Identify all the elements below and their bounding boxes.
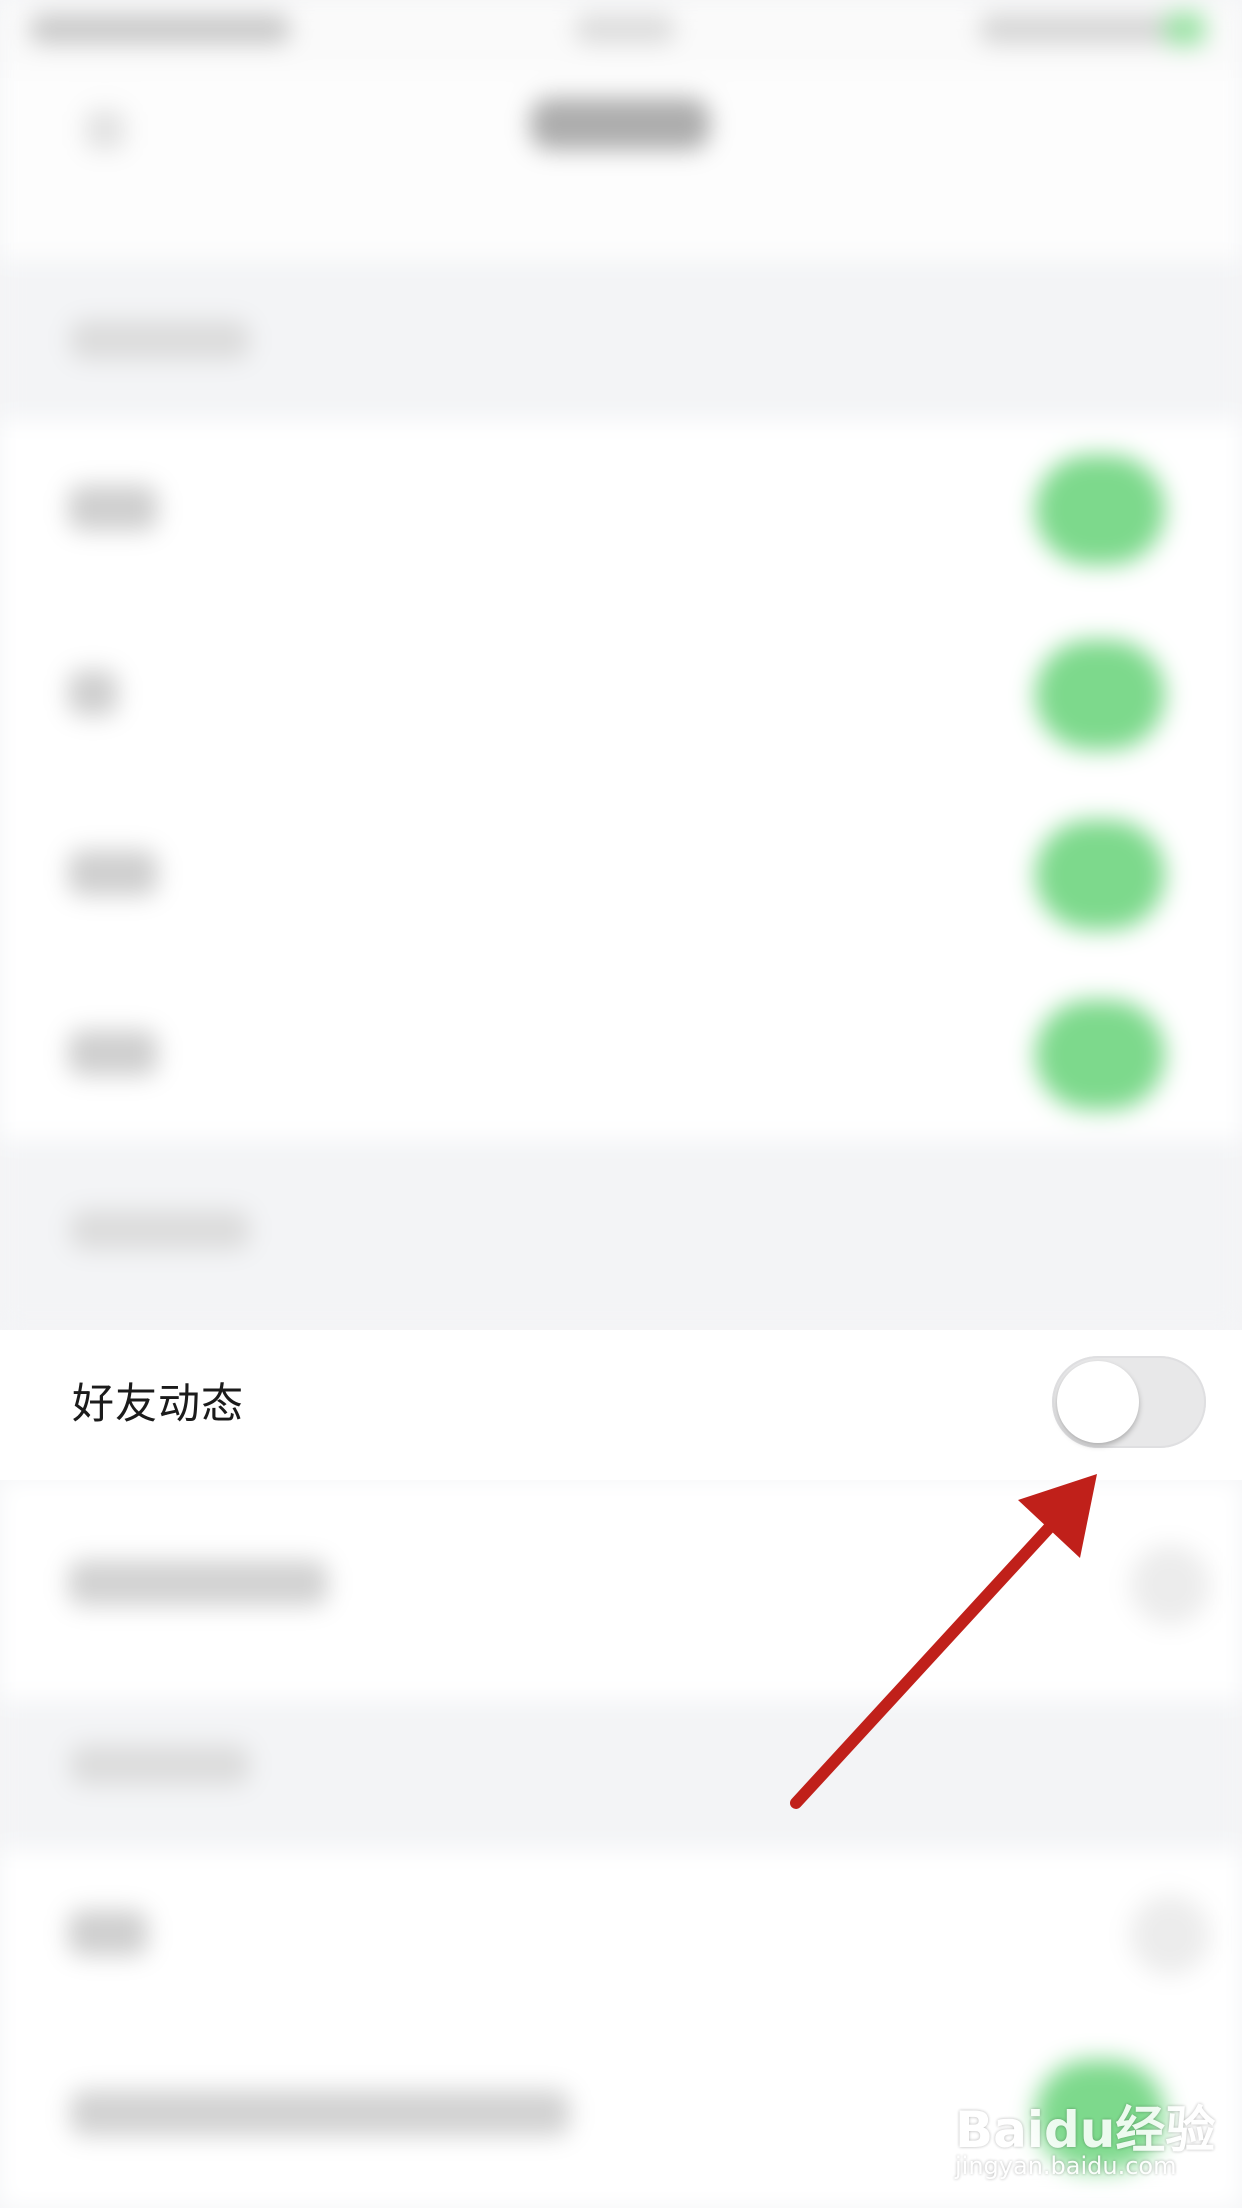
status-bar-left <box>30 14 290 44</box>
setting-row-label <box>68 485 158 531</box>
content-area <box>330 560 870 1000</box>
section-header-label <box>70 1745 250 1785</box>
battery-icon <box>1165 12 1205 46</box>
friend-moments-toggle[interactable] <box>1052 1356 1206 1448</box>
toggle-switch[interactable] <box>1035 455 1165 565</box>
toggle-switch[interactable] <box>1035 1000 1165 1110</box>
setting-row-label <box>68 1560 328 1606</box>
friend-moments-label: 好友动态 <box>72 1379 245 1428</box>
back-icon[interactable] <box>85 110 125 150</box>
setting-row-label <box>70 2090 570 2136</box>
setting-row-label <box>68 670 118 716</box>
toggle-switch[interactable] <box>1035 820 1165 930</box>
chevron-right-icon <box>1130 1895 1210 1975</box>
toggle-switch[interactable] <box>1035 640 1165 750</box>
setting-row-label <box>68 850 158 896</box>
section-header-label <box>70 320 250 360</box>
status-bar-right <box>980 14 1180 44</box>
setting-row-label <box>68 1910 148 1956</box>
status-bar <box>0 0 1242 70</box>
chevron-right-icon <box>1130 1545 1210 1625</box>
toggle-knob <box>1057 1361 1139 1443</box>
status-bar-time <box>575 14 675 44</box>
section-header-label <box>70 1210 250 1250</box>
setting-row-label <box>68 1030 158 1076</box>
page-title <box>530 98 710 150</box>
watermark-url: jingyan.baidu.com <box>955 2152 1177 2180</box>
